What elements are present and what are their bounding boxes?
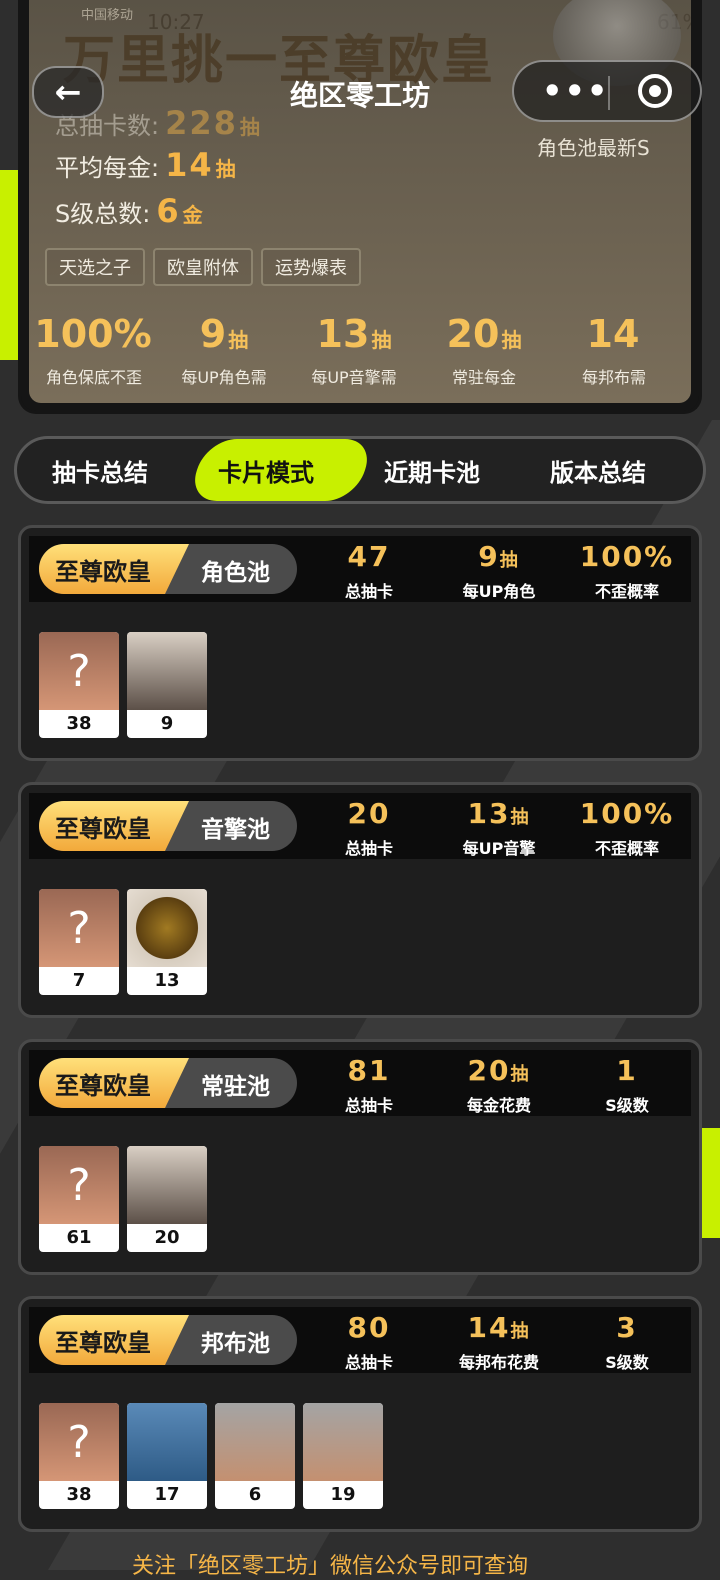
tab-version-summary[interactable]: 版本总结 (515, 453, 681, 488)
capsule-divider (608, 76, 610, 110)
rank-label: 至尊欧皇 (55, 1329, 151, 1357)
pull-items: ? 38 9 (39, 632, 207, 738)
mini-stat: 20 抽 常驻每金 (446, 312, 522, 387)
rank-badge: 至尊欧皇 邦布池 (39, 1315, 297, 1365)
pull-item-bangboo[interactable]: 19 (303, 1403, 383, 1509)
pull-item-character[interactable]: 9 (127, 632, 207, 738)
pool-card-character: 至尊欧皇 角色池 47 总抽卡 9抽 每UP角色 100% 不歪概率 ? 38 9 (18, 525, 702, 761)
pull-items: ? 61 20 (39, 1146, 207, 1252)
pull-item-pending[interactable]: ? 38 (39, 1403, 119, 1509)
pull-item-pending[interactable]: ? 38 (39, 632, 119, 738)
mini-stat: 14 每邦布需 (581, 312, 646, 387)
pool-stat: 9抽 每UP角色 (462, 540, 536, 601)
pull-item-pending[interactable]: ? 61 (39, 1146, 119, 1252)
question-icon: ? (39, 1146, 119, 1224)
s-total-value: 6 (156, 192, 181, 230)
rank-badge: 至尊欧皇 常驻池 (39, 1058, 297, 1108)
rank-label: 至尊欧皇 (55, 558, 151, 586)
character-portrait (127, 1146, 207, 1224)
pool-stat: 80 总抽卡 (344, 1311, 393, 1372)
pull-items: ? 38 17 6 19 (39, 1403, 383, 1509)
pool-card-bangboo: 至尊欧皇 邦布池 80 总抽卡 14抽 每邦布花费 3 S级数 ? 38 17 6 19 (18, 1296, 702, 1532)
footer-note: 关注「绝区零工坊」微信公众号即可查询 (132, 1554, 529, 1579)
mini-stat: 13 抽 每UP音擎需 (311, 312, 397, 387)
question-icon: ? (39, 1403, 119, 1481)
tab-card-mode[interactable]: 卡片模式 (183, 453, 349, 488)
mini-stats: 100% 角色保底不歪 9抽 每UP角色需 13 抽 每UP音擎需 20 抽 常驻每… (29, 312, 691, 388)
character-portrait (127, 632, 207, 710)
pool-card-header: 至尊欧皇 常驻池 81 总抽卡 20抽 每金花费 1 S级数 (29, 1050, 691, 1116)
bangboo-icon (127, 1403, 207, 1481)
bangboo-icon (215, 1403, 295, 1481)
close-target-icon[interactable] (638, 74, 672, 108)
tab-recent-pools[interactable]: 近期卡池 (349, 453, 515, 488)
pool-name: 邦布池 (201, 1331, 270, 1357)
latest-s-label: 角色池最新S (537, 136, 650, 160)
tab-bar: 抽卡总结 卡片模式 近期卡池 版本总结 (14, 436, 706, 504)
pool-stat: 81 总抽卡 (344, 1054, 393, 1115)
pool-stat: 100% 不歪概率 (579, 797, 675, 858)
mini-stat: 9抽 每UP角色需 (181, 312, 267, 387)
background-accent (0, 170, 20, 360)
question-icon: ? (39, 632, 119, 710)
bangboo-icon (303, 1403, 383, 1481)
pull-item-pending[interactable]: ? 7 (39, 889, 119, 995)
tag: 天选之子 (45, 248, 145, 286)
pool-stat: 47 总抽卡 (344, 540, 393, 601)
pool-stat: 100% 不歪概率 (579, 540, 675, 601)
pool-card-w-engine: 至尊欧皇 音擎池 20 总抽卡 13抽 每UP音擎 100% 不歪概率 ? 7 13 (18, 782, 702, 1018)
background-accent (702, 1128, 720, 1238)
s-total-label: S级总数: (55, 200, 151, 228)
rank-badge: 至尊欧皇 音擎池 (39, 801, 297, 851)
pool-name: 角色池 (201, 560, 270, 586)
pool-stat: 3 S级数 (605, 1311, 649, 1372)
pool-stat: 13抽 每UP音擎 (462, 797, 536, 858)
tag: 欧皇附体 (153, 248, 253, 286)
miniprogram-capsule: ••• (512, 60, 702, 122)
pool-card-header: 至尊欧皇 角色池 47 总抽卡 9抽 每UP角色 100% 不歪概率 (29, 536, 691, 602)
pull-item-bangboo[interactable]: 6 (215, 1403, 295, 1509)
pull-items: ? 7 13 (39, 889, 207, 995)
rank-label: 至尊欧皇 (55, 815, 151, 843)
pool-stat: 1 S级数 (605, 1054, 649, 1115)
pull-item-character[interactable]: 20 (127, 1146, 207, 1252)
pool-stat: 20 总抽卡 (344, 797, 393, 858)
rank-badge: 至尊欧皇 角色池 (39, 544, 297, 594)
tab-summary[interactable]: 抽卡总结 (17, 453, 183, 488)
avg-per-gold-row: 平均每金: 14 抽 (55, 146, 236, 184)
tag: 运势爆表 (261, 248, 361, 286)
pool-stat: 14抽 每邦布花费 (458, 1311, 539, 1372)
mini-stat: 100% 角色保底不歪 (34, 312, 152, 387)
pool-stat: 20抽 每金花费 (466, 1054, 531, 1115)
w-engine-icon (127, 889, 207, 967)
avg-per-gold-value: 14 (165, 146, 214, 184)
s-total-row: S级总数: 6 金 (55, 192, 203, 230)
pool-card-standard: 至尊欧皇 常驻池 81 总抽卡 20抽 每金花费 1 S级数 ? 61 20 (18, 1039, 702, 1275)
rank-label: 至尊欧皇 (55, 1072, 151, 1100)
tag-list: 天选之子 欧皇附体 运势爆表 (45, 248, 361, 286)
pool-card-header: 至尊欧皇 音擎池 20 总抽卡 13抽 每UP音擎 100% 不歪概率 (29, 793, 691, 859)
avg-per-gold-label: 平均每金: (55, 154, 160, 182)
pool-name: 音擎池 (201, 817, 270, 843)
pool-card-header: 至尊欧皇 邦布池 80 总抽卡 14抽 每邦布花费 3 S级数 (29, 1307, 691, 1373)
pool-name: 常驻池 (201, 1074, 270, 1100)
more-menu-icon[interactable]: ••• (542, 72, 609, 110)
pull-item-w-engine[interactable]: 13 (127, 889, 207, 995)
question-icon: ? (39, 889, 119, 967)
pull-item-bangboo[interactable]: 17 (127, 1403, 207, 1509)
